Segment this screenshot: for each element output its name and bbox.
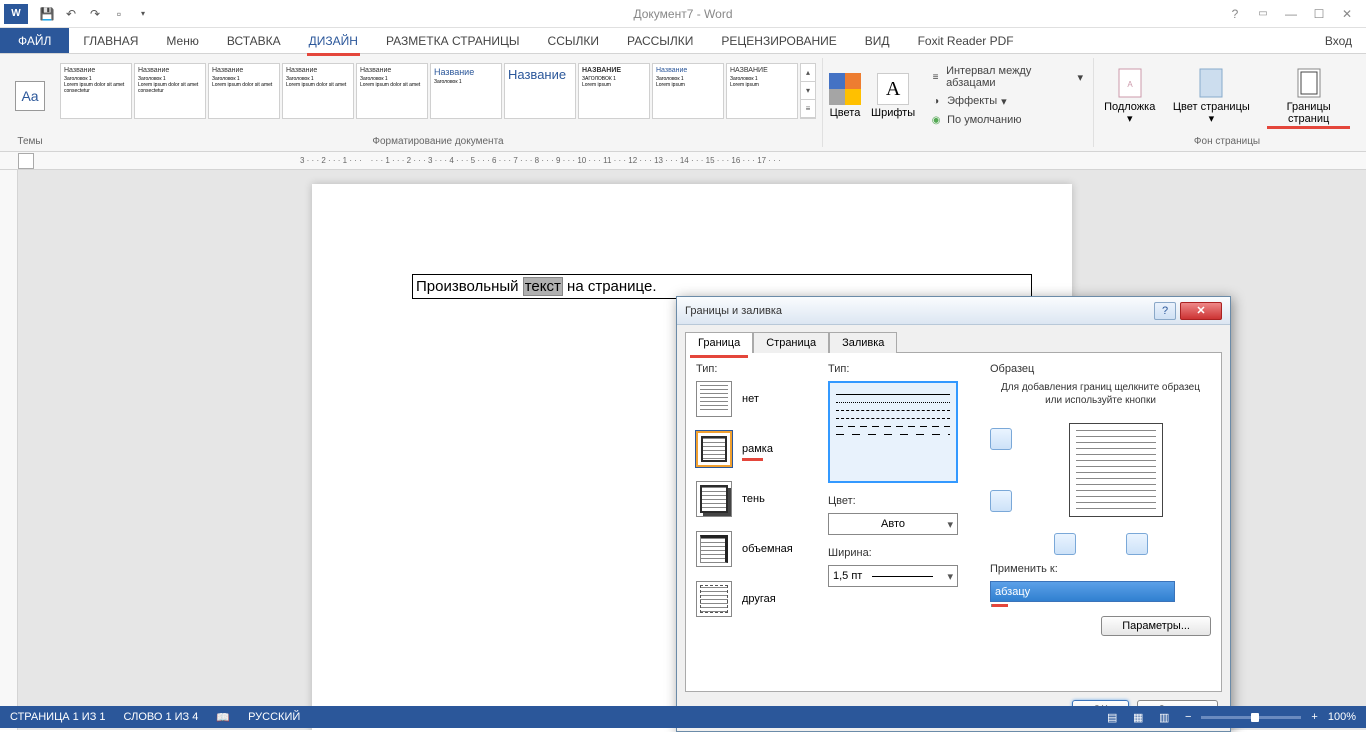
themes-label: Темы [17,134,42,147]
view-read-mode-icon[interactable]: ▦ [1133,711,1149,723]
dialog-close-icon[interactable]: ✕ [1180,302,1222,320]
border-type-box[interactable]: рамка [696,431,816,467]
svg-text:A: A [1127,80,1133,89]
border-type-none[interactable]: нет [696,381,816,417]
type-section-label: Тип: [696,363,816,375]
border-color-combo[interactable]: Авто [828,513,958,535]
minimize-icon[interactable]: — [1278,4,1304,24]
window-title: Документ7 - Word [633,7,732,21]
page-borders-button[interactable]: Границы страниц [1263,67,1354,125]
sample-hint: Для добавления границ щелкните образец и… [990,381,1211,407]
zoom-out-icon[interactable]: − [1185,711,1191,723]
zoom-in-icon[interactable]: + [1311,711,1317,723]
status-language[interactable]: РУССКИЙ [248,711,300,723]
color-label: Цвет: [828,495,978,507]
selected-text: текст [523,277,563,296]
ribbon-options-icon[interactable]: ▭ [1250,4,1276,24]
tab-insert[interactable]: ВСТАВКА [213,28,295,53]
border-type-3d[interactable]: объемная [696,531,816,567]
edge-bottom-button[interactable] [990,490,1012,512]
dialog-tab-page[interactable]: Страница [753,332,829,353]
word-app-icon: W [4,4,28,24]
edge-left-button[interactable] [1054,533,1076,555]
tab-design[interactable]: ДИЗАЙН [295,28,372,53]
style-section-label: Тип: [828,363,978,375]
edge-top-button[interactable] [990,428,1012,450]
page-bg-group-label: Фон страницы [1194,134,1260,147]
tab-review[interactable]: РЕЦЕНЗИРОВАНИЕ [707,28,850,53]
apply-to-combo[interactable]: абзацу [990,581,1175,602]
border-style-list[interactable] [828,381,958,483]
borders-dialog: Границы и заливка ? ✕ Граница Страница З… [676,296,1231,732]
signin-link[interactable]: Вход [1311,28,1366,53]
width-label: Ширина: [828,547,978,559]
doc-text-after: на странице. [563,278,657,295]
colors-button[interactable]: Цвета [829,73,861,119]
tab-view[interactable]: ВИД [851,28,904,53]
close-icon[interactable]: ✕ [1334,4,1360,24]
border-width-combo[interactable]: 1,5 пт [828,565,958,587]
set-default-button[interactable]: ◉По умолчанию [925,112,1087,128]
edge-right-button[interactable] [1126,533,1148,555]
page-color-button[interactable]: Цвет страницы ▾ [1167,67,1255,125]
tab-home[interactable]: ГЛАВНАЯ [69,28,152,53]
border-type-shadow[interactable]: тень [696,481,816,517]
undo-icon[interactable]: ↶ [60,3,82,25]
status-proofing-icon[interactable]: 📖 [216,711,230,724]
view-web-icon[interactable]: ▥ [1159,711,1175,723]
tab-file[interactable]: ФАЙЛ [0,28,69,53]
redo-icon[interactable]: ↷ [84,3,106,25]
apply-to-label: Применить к: [990,563,1211,575]
help-icon[interactable]: ? [1222,4,1248,24]
themes-button[interactable]: Aa [12,74,48,118]
fonts-button[interactable]: AШрифты [871,73,915,119]
tab-menu[interactable]: Меню [152,28,212,53]
status-bar: СТРАНИЦА 1 ИЗ 1 СЛОВО 1 ИЗ 4 📖 РУССКИЙ ▤… [0,706,1366,728]
ribbon-tabs: ФАЙЛ ГЛАВНАЯ Меню ВСТАВКА ДИЗАЙН РАЗМЕТК… [0,28,1366,54]
quick-access-toolbar: 💾 ↶ ↷ ▫ ▾ [36,3,154,25]
dialog-titlebar[interactable]: Границы и заливка ? ✕ [677,297,1230,325]
paragraph-spacing-button[interactable]: ≡Интервал между абзацами ▾ [925,64,1087,90]
doc-text: Произвольный [416,278,523,295]
options-button[interactable]: Параметры... [1101,616,1211,636]
save-icon[interactable]: 💾 [36,3,58,25]
zoom-slider[interactable] [1201,716,1301,719]
new-doc-icon[interactable]: ▫ [108,3,130,25]
tab-mailings[interactable]: РАССЫЛКИ [613,28,707,53]
border-preview[interactable] [1069,423,1163,517]
gallery-scroll[interactable]: ▴▾≡ [800,63,816,119]
ribbon: Aa Темы НазваниеЗаголовок 1Lorem ipsum d… [0,54,1366,152]
tab-layout[interactable]: РАЗМЕТКА СТРАНИЦЫ [372,28,534,53]
gallery-group-label: Форматирование документа [372,134,503,147]
style-gallery[interactable]: НазваниеЗаголовок 1Lorem ipsum dolor sit… [60,63,816,129]
view-print-layout-icon[interactable]: ▤ [1107,711,1123,723]
dialog-title: Границы и заливка [685,305,782,317]
horizontal-ruler[interactable]: 3 · · · 2 · · · 1 · · · · · · 1 · · · 2 … [0,152,1366,170]
zoom-value[interactable]: 100% [1328,711,1356,723]
dialog-tab-fill[interactable]: Заливка [829,332,897,353]
tab-foxit[interactable]: Foxit Reader PDF [904,28,1028,53]
tab-references[interactable]: ССЫЛКИ [534,28,613,53]
title-bar: W 💾 ↶ ↷ ▫ ▾ Документ7 - Word ? ▭ — ☐ ✕ [0,0,1366,28]
watermark-button[interactable]: AПодложка▾ [1100,67,1159,125]
dialog-help-icon[interactable]: ? [1154,302,1176,320]
qat-more-icon[interactable]: ▾ [132,3,154,25]
dialog-tab-border[interactable]: Граница [685,332,753,353]
maximize-icon[interactable]: ☐ [1306,4,1332,24]
status-page[interactable]: СТРАНИЦА 1 ИЗ 1 [10,711,106,723]
effects-button[interactable]: ◑Эффекты ▾ [925,93,1087,109]
status-words[interactable]: СЛОВО 1 ИЗ 4 [124,711,199,723]
sample-label: Образец [990,363,1211,375]
vertical-ruler[interactable] [0,170,18,730]
border-type-custom[interactable]: другая [696,581,816,617]
